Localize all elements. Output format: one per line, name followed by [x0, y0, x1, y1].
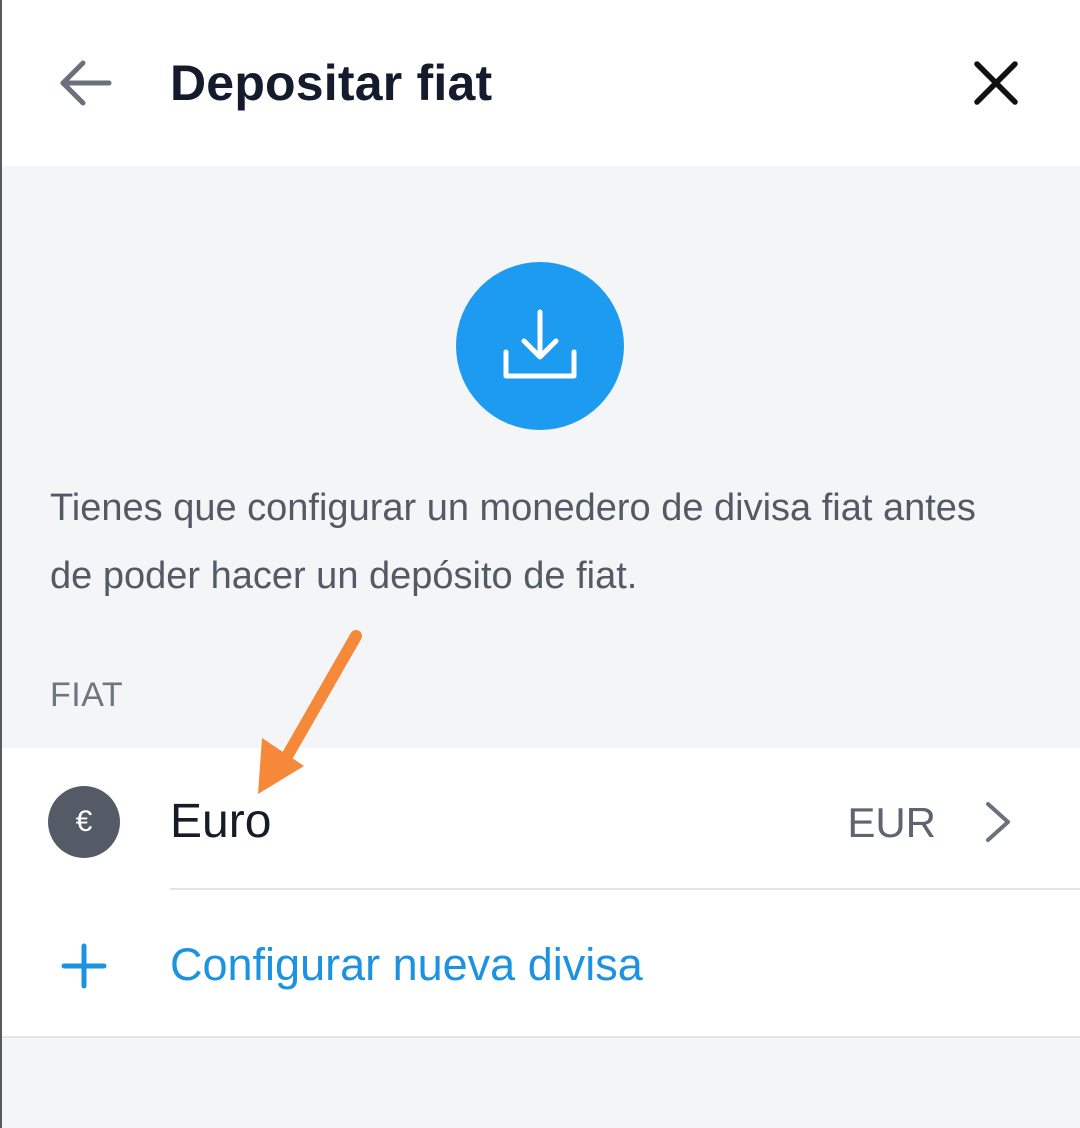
deposit-hero-icon — [456, 262, 624, 430]
list-bottom-divider — [0, 1036, 1080, 1038]
fiat-currency-list: € Euro EUR Configurar nueva divisa — [0, 748, 1080, 1036]
plus-icon — [61, 943, 107, 989]
arrow-left-icon — [60, 60, 112, 106]
close-icon — [974, 61, 1018, 105]
annotation-arrow-icon — [258, 630, 362, 794]
currency-row-euro[interactable]: € Euro EUR — [0, 748, 1080, 890]
add-currency-label: Configurar nueva divisa — [170, 939, 643, 990]
setup-wallet-message: Tienes que configurar un monedero de div… — [50, 487, 976, 597]
chevron-right-icon — [986, 802, 1010, 842]
add-currency-button[interactable]: Configurar nueva divisa — [0, 890, 1080, 1036]
close-button[interactable] — [960, 50, 1032, 116]
euro-currency-icon: € — [48, 786, 120, 858]
page-title: Depositar fiat — [170, 55, 493, 111]
currency-code: EUR — [847, 799, 936, 846]
download-icon — [503, 309, 577, 379]
window-left-border — [0, 0, 2, 1128]
header-bar: Depositar fiat — [0, 0, 1080, 166]
section-label-fiat: FIAT — [50, 676, 124, 714]
back-button[interactable] — [50, 50, 120, 116]
